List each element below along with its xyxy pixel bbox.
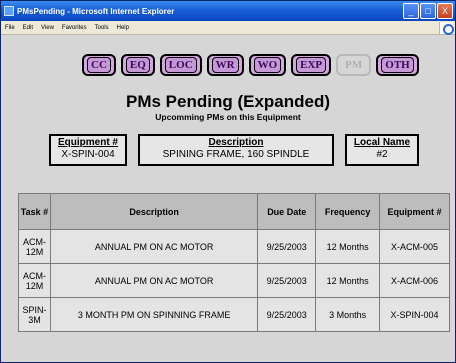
- cell-frequency: 12 Months: [315, 263, 381, 298]
- equipment-description-box: Description SPINING FRAME, 160 SPINDLE: [138, 134, 334, 166]
- nav-loc-button[interactable]: LOC: [159, 54, 202, 76]
- equipment-id-value: X-SPIN-004: [61, 149, 115, 160]
- maximize-button[interactable]: □: [420, 3, 436, 19]
- table-row[interactable]: SPIN-3M 3 MONTH PM ON SPINNING FRAME 9/2…: [18, 297, 450, 332]
- pm-tasks-table: Task # Description Due Date Frequency Eq…: [18, 193, 450, 332]
- nav-wr-button[interactable]: WR: [206, 54, 244, 76]
- cell-description: ANNUAL PM ON AC MOTOR: [49, 263, 259, 298]
- cell-frequency: 3 Months: [315, 297, 381, 332]
- cell-description: 3 MONTH PM ON SPINNING FRAME: [49, 297, 259, 332]
- cell-equipment: X-ACM-006: [379, 263, 450, 298]
- cell-due-date: 9/25/2003: [257, 297, 317, 332]
- window-controls: _ □ X: [403, 3, 453, 19]
- local-name-label: Local Name: [353, 137, 411, 148]
- page-subtitle: Upcomming PMs on this Equipment: [155, 112, 301, 122]
- header-task: Task #: [18, 193, 51, 230]
- nav-wo-label: WO: [253, 57, 282, 73]
- nav-oth-label: OTH: [381, 57, 414, 73]
- cell-frequency: 12 Months: [315, 229, 381, 264]
- menu-help[interactable]: Help: [117, 21, 129, 34]
- browser-window: PMsPending - Microsoft Internet Explorer…: [0, 0, 456, 363]
- nav-buttons: CC EQ LOC WR WO EXP PM OTH: [82, 54, 419, 76]
- cell-task: ACM-12M: [18, 229, 51, 264]
- equipment-description-label: Description: [208, 137, 264, 148]
- nav-exp-button[interactable]: EXP: [291, 54, 332, 76]
- menu-edit[interactable]: Edit: [23, 21, 33, 34]
- equipment-description-value: SPINING FRAME, 160 SPINDLE: [162, 149, 310, 160]
- header-description: Description: [49, 193, 259, 230]
- cell-due-date: 9/25/2003: [257, 263, 317, 298]
- minimize-button[interactable]: _: [403, 3, 419, 19]
- cell-description: ANNUAL PM ON AC MOTOR: [49, 229, 259, 264]
- nav-cc-button[interactable]: CC: [82, 54, 116, 76]
- header-frequency: Frequency: [315, 193, 381, 230]
- cell-due-date: 9/25/2003: [257, 229, 317, 264]
- nav-wr-label: WR: [211, 57, 239, 73]
- cell-task: ACM-12M: [18, 263, 51, 298]
- equipment-id-box: Equipment # X-SPIN-004: [49, 134, 127, 166]
- cell-equipment: X-SPIN-004: [379, 297, 450, 332]
- table-header-row: Task # Description Due Date Frequency Eq…: [18, 193, 450, 230]
- table-row[interactable]: ACM-12M ANNUAL PM ON AC MOTOR 9/25/2003 …: [18, 229, 450, 264]
- window-title: PMsPending - Microsoft Internet Explorer: [17, 7, 175, 16]
- cell-task: SPIN-3M: [18, 297, 51, 332]
- ie-icon: [4, 6, 14, 16]
- menu-view[interactable]: View: [41, 21, 54, 34]
- nav-pm-button: PM: [336, 54, 372, 76]
- local-name-value: #2: [376, 149, 388, 160]
- equipment-id-label: Equipment #: [57, 137, 118, 148]
- nav-cc-label: CC: [87, 57, 111, 73]
- windows-logo-icon: [439, 22, 454, 35]
- header-due-date: Due Date: [257, 193, 317, 230]
- page-title: PMs Pending (Expanded): [125, 92, 331, 111]
- nav-wo-button[interactable]: WO: [248, 54, 287, 76]
- local-name-box: Local Name #2: [345, 134, 419, 166]
- nav-eq-label: EQ: [125, 57, 150, 73]
- menu-favorites[interactable]: Favorites: [62, 21, 87, 34]
- cell-equipment: X-ACM-005: [379, 229, 450, 264]
- nav-pm-label: PM: [341, 57, 367, 73]
- header-equipment: Equipment #: [379, 193, 450, 230]
- nav-oth-button[interactable]: OTH: [376, 54, 419, 76]
- nav-loc-label: LOC: [164, 57, 197, 73]
- nav-exp-label: EXP: [296, 57, 327, 73]
- title-bar: PMsPending - Microsoft Internet Explorer…: [1, 1, 455, 21]
- page-content: CC EQ LOC WR WO EXP PM OTH PMs Pending (…: [4, 36, 452, 362]
- menu-bar: File Edit View Favorites Tools Help: [1, 21, 455, 35]
- close-button[interactable]: X: [437, 3, 453, 19]
- menu-file[interactable]: File: [5, 21, 15, 34]
- nav-eq-button[interactable]: EQ: [120, 54, 155, 76]
- menu-tools[interactable]: Tools: [95, 21, 109, 34]
- table-row[interactable]: ACM-12M ANNUAL PM ON AC MOTOR 9/25/2003 …: [18, 263, 450, 298]
